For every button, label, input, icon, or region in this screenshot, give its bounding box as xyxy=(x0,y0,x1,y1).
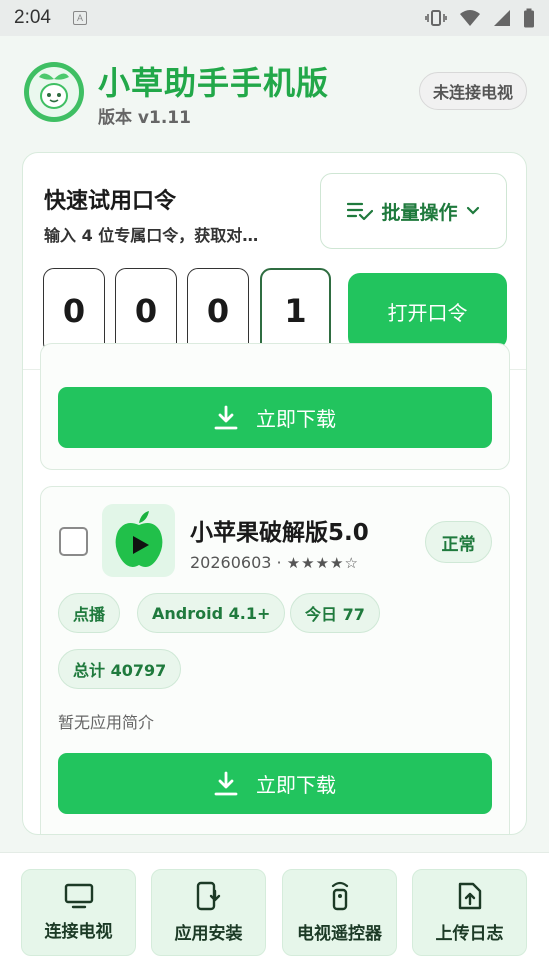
app-version: 版本 v1.11 xyxy=(98,108,191,128)
nav-app-install[interactable]: 应用安装 xyxy=(151,869,266,956)
code-digit-2[interactable]: 0 xyxy=(115,268,177,354)
tag-total-count: 总计 40797 xyxy=(58,649,182,689)
status-badge: 正常 xyxy=(425,521,492,563)
tv-icon xyxy=(64,883,93,909)
open-code-button[interactable]: 打开口令 xyxy=(348,273,507,349)
download-button[interactable]: 立即下载 xyxy=(58,387,492,448)
nav-upload-log[interactable]: 上传日志 xyxy=(412,869,527,956)
batch-operations-label: 批量操作 xyxy=(381,201,458,224)
tag-android-version: Android 4.1+ xyxy=(137,593,286,633)
nav-upload-log-label: 上传日志 xyxy=(435,924,504,944)
remote-icon xyxy=(331,881,348,911)
nav-app-install-label: 应用安装 xyxy=(174,924,243,944)
meta-separator: · xyxy=(276,553,282,572)
list-check-icon xyxy=(347,202,374,221)
notification-a-icon: A xyxy=(72,11,87,25)
nav-connect-tv[interactable]: 连接电视 xyxy=(21,869,136,956)
batch-operations-button[interactable]: 批量操作 xyxy=(320,173,507,249)
app-name: 小苹果破解版5.0 xyxy=(190,520,369,546)
wifi-icon xyxy=(460,10,480,26)
quick-code-title: 快速试用口令 xyxy=(44,189,177,214)
quick-code-description: 输入 4 位专属口令，获取对… xyxy=(44,226,259,245)
tag-type: 点播 xyxy=(58,593,121,633)
code-digit-1[interactable]: 0 xyxy=(43,268,105,354)
download-button[interactable]: 立即下载 xyxy=(58,753,492,814)
app-meta: 20260603 · ★★★★☆ xyxy=(190,553,359,572)
upload-file-icon xyxy=(458,882,481,910)
signal-icon xyxy=(494,10,510,26)
item-select-checkbox[interactable] xyxy=(59,527,88,556)
download-icon xyxy=(214,771,238,795)
vibrate-icon xyxy=(425,10,447,26)
apple-play-icon xyxy=(102,504,175,577)
status-bar: 2:04 A xyxy=(0,0,549,36)
app-logo xyxy=(24,62,84,122)
app-item-card: 立即下载 xyxy=(40,343,510,470)
code-digit-4[interactable]: 1 xyxy=(260,268,331,354)
status-icons xyxy=(425,8,535,28)
battery-icon xyxy=(524,8,534,28)
app-rating-stars: ★★★★☆ xyxy=(286,554,359,572)
app-header: 小草助手手机版 版本 v1.11 未连接电视 xyxy=(0,36,549,146)
app-item-card: 小苹果破解版5.0 20260603 · ★★★★☆ 正常 点播 Android… xyxy=(40,486,510,834)
bottom-nav: 连接电视 应用安装 电视遥控器 上传日志 xyxy=(0,852,549,976)
chevron-down-icon xyxy=(466,206,479,215)
status-time: 2:04 xyxy=(14,7,51,28)
app-date: 20260603 xyxy=(190,553,272,572)
app-intro: 暂无应用简介 xyxy=(58,713,155,732)
code-digit-3[interactable]: 0 xyxy=(187,268,249,354)
app-title: 小草助手手机版 xyxy=(98,64,330,102)
phone-download-icon xyxy=(196,881,220,911)
download-label: 立即下载 xyxy=(256,773,336,797)
quick-code-card: 快速试用口令 输入 4 位专属口令，获取对… 批量操作 0 0 0 1 打开口令… xyxy=(22,152,527,835)
nav-connect-tv-label: 连接电视 xyxy=(44,922,113,942)
tag-today-count: 今日 77 xyxy=(290,593,380,633)
download-icon xyxy=(214,405,238,429)
download-label: 立即下载 xyxy=(256,407,336,431)
nav-tv-remote-label: 电视遥控器 xyxy=(297,924,382,944)
tv-connection-status[interactable]: 未连接电视 xyxy=(418,72,527,110)
nav-tv-remote[interactable]: 电视遥控器 xyxy=(282,869,397,956)
